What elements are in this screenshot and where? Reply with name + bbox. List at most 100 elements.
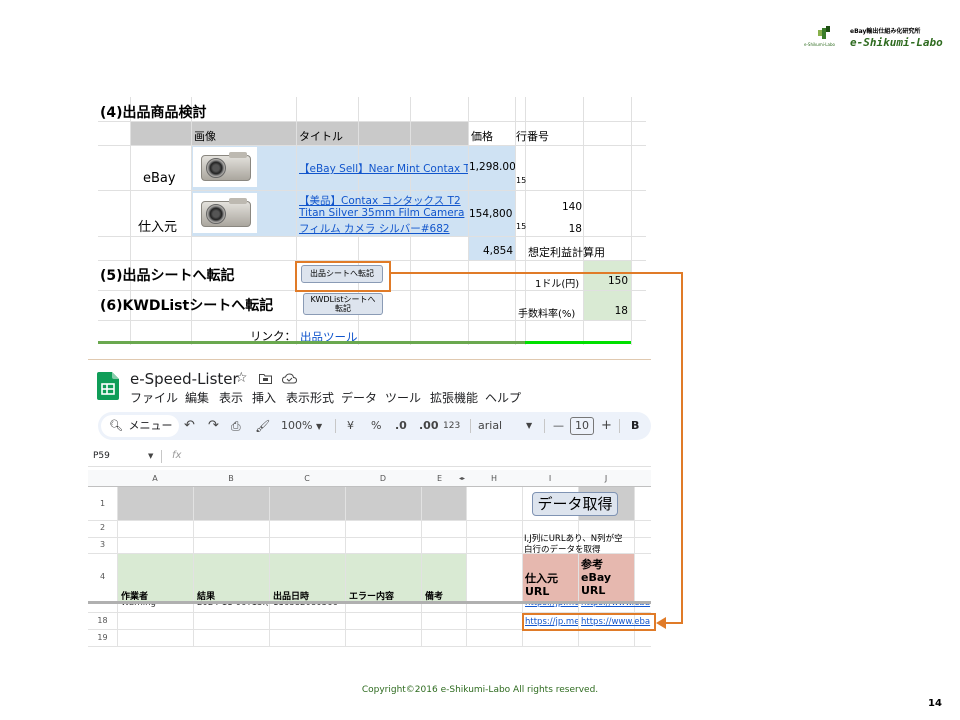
row-header-18[interactable]: 18 (88, 616, 117, 625)
ebay-label: eBay (143, 171, 176, 186)
row-header-2[interactable]: 2 (88, 523, 117, 532)
copyright: Copyright©2016 e-Shikumi-Labo All rights… (361, 685, 599, 695)
row-header-1[interactable]: 1 (88, 499, 117, 508)
name-box-separator (161, 450, 162, 463)
font-value: arial (478, 419, 503, 432)
arrow-left-icon (656, 617, 666, 629)
name-box[interactable]: P59 (93, 451, 110, 461)
ebay-camera-image (193, 147, 257, 187)
star-icon[interactable]: ☆ (235, 370, 248, 386)
product-review-sheet: (4)出品商品検討 画像 タイトル 価格 行番号 eBay 【eBay Sell… (98, 97, 646, 345)
section5-title: (5)出品シートへ転記 (100, 268, 235, 284)
menu-data[interactable]: データ (341, 389, 377, 406)
profit-label: 想定利益計算用 (528, 246, 605, 259)
font-chevron-down-icon[interactable]: ▼ (526, 412, 532, 440)
paint-format-icon[interactable]: 🖌︎ (255, 412, 270, 440)
search-icon: 🔍︎ (109, 419, 123, 432)
logo-brand: e-Shikumi-Labo (850, 36, 943, 49)
print-icon[interactable]: ⎙ (231, 412, 241, 440)
source-title-line3[interactable]: フィルム カメラ シルバー#682 (299, 221, 468, 236)
logo: e-Shikumi-Labo eBay輸出仕組み化研究所 e-Shikumi-L… (804, 24, 944, 52)
bold-button[interactable]: B (631, 412, 639, 440)
divider-line (88, 359, 651, 360)
row-header-3[interactable]: 3 (88, 540, 117, 549)
source-title-line2[interactable]: Titan Silver 35mm Film Camera (299, 207, 468, 219)
increase-decimal-button[interactable]: .00 (419, 412, 439, 440)
percent-button[interactable]: % (371, 412, 381, 440)
section6-title: (6)KWDListシートへ転記 (100, 298, 274, 314)
menu-view[interactable]: 表示 (219, 389, 243, 406)
corner-cell (88, 470, 117, 487)
currency-button[interactable]: ¥ (347, 412, 354, 440)
name-box-chevron-down-icon[interactable]: ▼ (148, 452, 153, 460)
menu-edit[interactable]: 編集 (185, 389, 209, 406)
menu-extensions[interactable]: 拡張機能 (430, 389, 478, 406)
kwd-button-line1: KWDListシートへ (310, 295, 376, 304)
menu-help[interactable]: ヘルプ (485, 389, 521, 406)
decrease-decimal-button[interactable]: .0 (395, 412, 407, 440)
column-header-i[interactable]: I (522, 470, 578, 487)
separator (619, 419, 620, 433)
column-header-a[interactable]: A (117, 470, 193, 487)
hidden-columns-arrows[interactable]: ◂▸ (458, 470, 466, 487)
font-size-decrease-button[interactable]: — (553, 412, 564, 440)
rate-value: 150 (607, 275, 628, 287)
column-header-c[interactable]: C (269, 470, 345, 487)
ebay-price: 1,298.00 (469, 161, 515, 173)
redo-icon[interactable]: ↷ (208, 412, 219, 440)
logo-plant-icon (818, 26, 830, 39)
header-ref-line3: URL (581, 584, 606, 597)
source-price: 154,800 (469, 208, 513, 220)
source-title-line1[interactable]: 【美品】Contax コンタックス T2 (299, 193, 468, 208)
row-header-4[interactable]: 4 (88, 572, 117, 581)
header-source-url: 仕入元 URL (525, 572, 558, 598)
header-note: 備考 (425, 592, 444, 602)
column-header-k-partial[interactable] (634, 470, 651, 487)
logo-small-text: e-Shikumi-Labo (804, 42, 835, 47)
col-image-header: 画像 (194, 130, 216, 143)
section4-title: (4)出品商品検討 (100, 105, 207, 121)
profit-value: 4,854 (482, 245, 513, 257)
font-size-input[interactable]: 10 (570, 417, 594, 435)
row-header-19[interactable]: 19 (88, 633, 117, 642)
menu-insert[interactable]: 挿入 (252, 389, 276, 406)
separator (544, 419, 545, 433)
connector-vertical (681, 272, 683, 624)
folder-icon[interactable] (259, 373, 272, 384)
font-size-increase-button[interactable]: + (601, 412, 612, 440)
col-title-header: タイトル (299, 130, 343, 143)
fetch-data-button[interactable]: データ取得 (532, 492, 618, 516)
value-18: 18 (568, 223, 582, 235)
connector-horizontal-top (391, 272, 683, 274)
formula-bar: P59 ▼ fx (88, 447, 651, 467)
column-header-j[interactable]: J (578, 470, 634, 487)
ebay-title-link[interactable]: 【eBay Sell】Near Mint Contax T2 (299, 161, 468, 176)
column-header-h[interactable]: H (466, 470, 522, 487)
header-source-line2: URL (525, 585, 550, 598)
sheets-logo-icon (97, 372, 119, 400)
header-source-line1: 仕入元 (525, 572, 558, 585)
cloud-status-icon[interactable] (282, 373, 297, 384)
menu-tools[interactable]: ツール (385, 389, 421, 406)
source-row-number: 15 (516, 222, 527, 231)
transfer-to-kwdlist-button[interactable]: KWDListシートへ 転記 (303, 293, 383, 315)
highlight-transfer-button (295, 261, 391, 292)
menu-file[interactable]: ファイル (130, 389, 178, 406)
undo-icon[interactable]: ↶ (184, 412, 195, 440)
number-format-button[interactable]: 123 (443, 412, 460, 440)
page-number: 14 (928, 698, 942, 709)
logo-org-name: eBay輸出仕組み化研究所 (850, 28, 921, 35)
menu-format[interactable]: 表示形式 (286, 389, 334, 406)
zoom-select[interactable]: 100% ▼ (281, 412, 322, 440)
connector-horizontal-bottom (664, 622, 683, 624)
document-title[interactable]: e-Speed-Lister (130, 370, 239, 388)
column-header-e[interactable]: E (421, 470, 458, 487)
header-ref-ebay-url: 参考 eBay URL (581, 558, 611, 597)
value-140: 140 (561, 201, 582, 213)
column-header-d[interactable]: D (345, 470, 421, 487)
sheet-bottom-green-bar (98, 341, 525, 344)
header-result: 結果 (197, 592, 216, 602)
column-header-b[interactable]: B (193, 470, 269, 487)
menu-bar: ファイル 編集 表示 挿入 表示形式 データ ツール 拡張機能 ヘルプ (130, 389, 650, 405)
menu-search-box[interactable]: 🔍︎ メニュー (101, 415, 179, 437)
